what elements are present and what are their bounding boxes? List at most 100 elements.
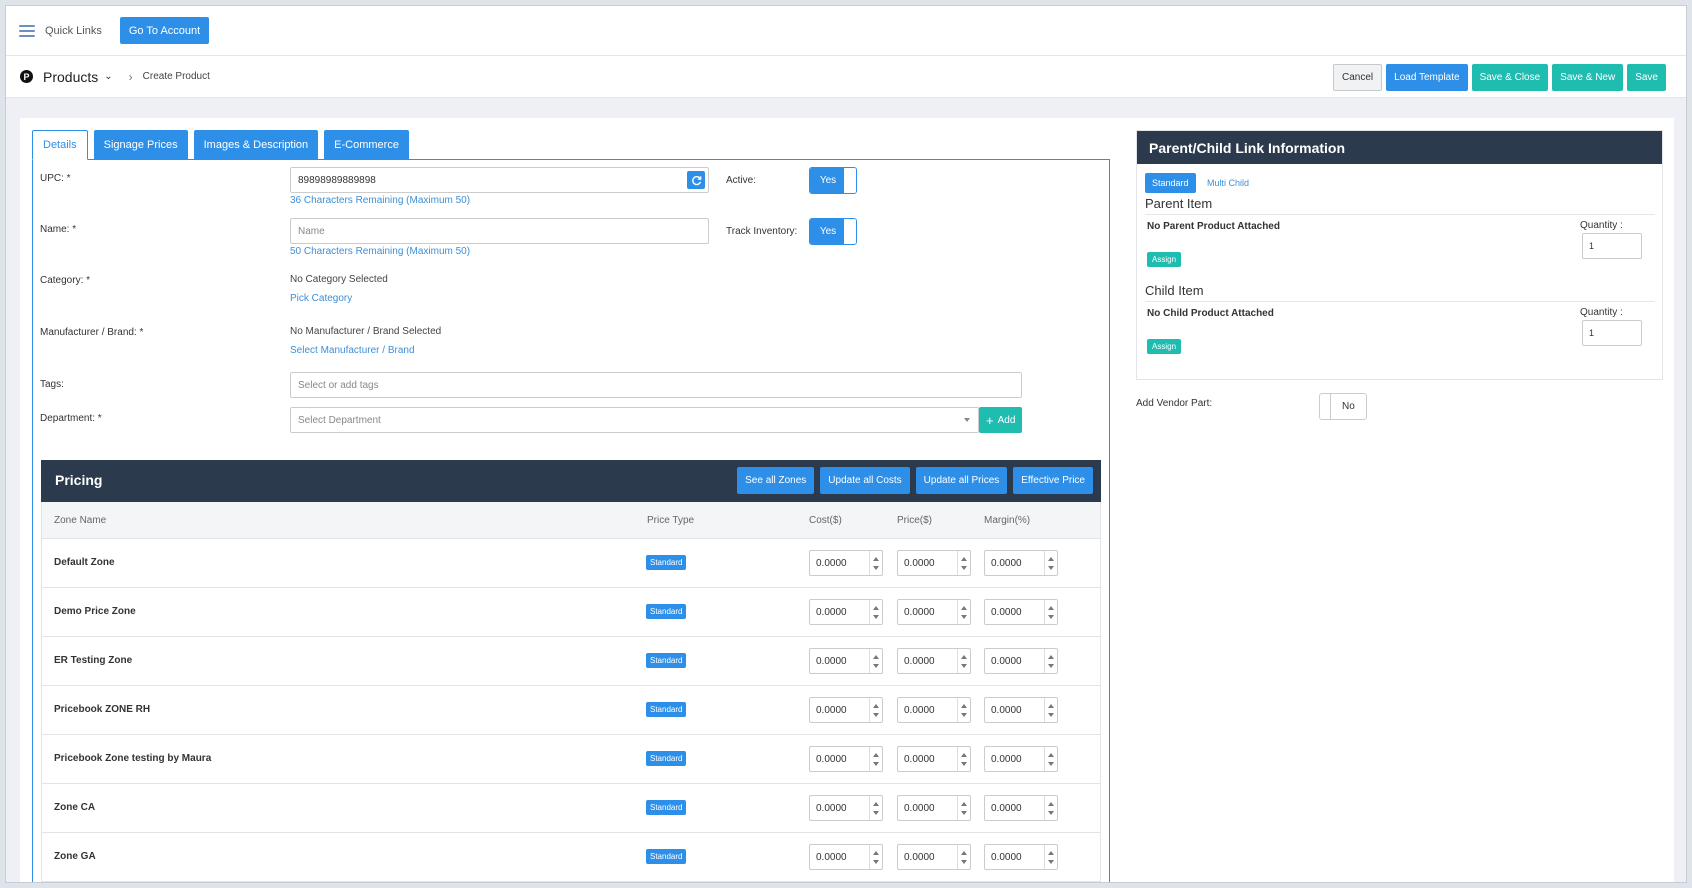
- stepper-icon[interactable]: [1044, 698, 1057, 722]
- stepper-icon[interactable]: [1044, 845, 1057, 869]
- assign-parent-button[interactable]: Assign: [1147, 252, 1182, 267]
- stepper-icon[interactable]: [869, 845, 882, 869]
- update-all-costs-button[interactable]: Update all Costs: [820, 467, 910, 494]
- stepper-icon[interactable]: [869, 649, 882, 673]
- price-input[interactable]: 0.0000: [897, 599, 971, 625]
- stepper-icon[interactable]: [1044, 796, 1057, 820]
- col-price: Price($): [897, 515, 933, 526]
- upc-hint: 36 Characters Remaining (Maximum 50): [290, 195, 471, 206]
- menu-icon[interactable]: [19, 24, 35, 37]
- pricing-header: Pricing See all Zones Update all Costs U…: [41, 460, 1101, 502]
- assign-child-button[interactable]: Assign: [1147, 339, 1182, 354]
- margin-input[interactable]: 0.0000: [984, 746, 1058, 772]
- active-toggle[interactable]: Yes: [809, 167, 857, 194]
- pick-category-link[interactable]: Pick Category: [290, 293, 352, 304]
- stepper-icon[interactable]: [1044, 600, 1057, 624]
- table-row: Demo Price Zone Standard 0.0000 0.0000 0.000…: [42, 588, 1100, 637]
- margin-input[interactable]: 0.0000: [984, 844, 1058, 870]
- add-vendor-part-toggle[interactable]: No: [1319, 393, 1367, 420]
- cancel-button[interactable]: Cancel: [1333, 64, 1383, 91]
- price-input[interactable]: 0.0000: [897, 746, 971, 772]
- track-inventory-toggle[interactable]: Yes: [809, 218, 857, 245]
- price-type-badge[interactable]: Standard: [646, 555, 687, 570]
- stepper-icon[interactable]: [957, 649, 970, 673]
- col-margin: Margin(%): [984, 515, 1031, 526]
- pricing-title: Pricing: [55, 472, 103, 488]
- select-manufacturer-link[interactable]: Select Manufacturer / Brand: [290, 345, 415, 356]
- tab-ecommerce[interactable]: E-Commerce: [324, 130, 409, 160]
- stepper-icon[interactable]: [957, 796, 970, 820]
- price-input[interactable]: 0.0000: [897, 697, 971, 723]
- upc-input[interactable]: 89898989889898: [290, 167, 709, 193]
- price-input[interactable]: 0.0000: [897, 550, 971, 576]
- products-dropdown-label[interactable]: Products: [43, 69, 98, 85]
- refresh-icon[interactable]: [687, 171, 705, 189]
- name-input[interactable]: Name: [290, 218, 709, 244]
- tab-signage-prices[interactable]: Signage Prices: [93, 130, 188, 160]
- cost-input[interactable]: 0.0000: [809, 550, 883, 576]
- tags-input[interactable]: Select or add tags: [290, 372, 1022, 398]
- price-type-badge[interactable]: Standard: [646, 751, 687, 766]
- stepper-icon[interactable]: [957, 551, 970, 575]
- add-department-button[interactable]: + Add: [979, 407, 1023, 433]
- stepper-icon[interactable]: [869, 600, 882, 624]
- margin-input[interactable]: 0.0000: [984, 599, 1058, 625]
- upc-label: UPC: *: [40, 173, 71, 184]
- save-close-button[interactable]: Save & Close: [1471, 64, 1549, 91]
- table-row: Pricebook Zone testing by Maura Standard 0…: [42, 735, 1100, 784]
- stepper-icon[interactable]: [957, 698, 970, 722]
- stepper-icon[interactable]: [1044, 551, 1057, 575]
- quick-links-label[interactable]: Quick Links: [45, 25, 102, 37]
- cost-input[interactable]: 0.0000: [809, 844, 883, 870]
- price-input[interactable]: 0.0000: [897, 648, 971, 674]
- go-to-account-button[interactable]: Go To Account: [119, 17, 210, 44]
- load-template-button[interactable]: Load Template: [1386, 64, 1468, 91]
- stepper-icon[interactable]: [869, 551, 882, 575]
- price-type-badge[interactable]: Standard: [646, 702, 687, 717]
- active-label: Active:: [726, 175, 757, 186]
- stepper-icon[interactable]: [869, 698, 882, 722]
- margin-input[interactable]: 0.0000: [984, 550, 1058, 576]
- update-all-prices-button[interactable]: Update all Prices: [915, 467, 1008, 494]
- table-row: Default Zone Standard 0.0000 0.0000 0.0000: [42, 539, 1100, 588]
- stepper-icon[interactable]: [957, 600, 970, 624]
- standard-toggle-button[interactable]: Standard: [1145, 173, 1196, 193]
- stepper-icon[interactable]: [1044, 747, 1057, 771]
- margin-input[interactable]: 0.0000: [984, 697, 1058, 723]
- save-button[interactable]: Save: [1627, 64, 1666, 91]
- price-type-badge[interactable]: Standard: [646, 849, 687, 864]
- cost-input[interactable]: 0.0000: [809, 599, 883, 625]
- price-type-badge[interactable]: Standard: [646, 604, 687, 619]
- cost-input[interactable]: 0.0000: [809, 697, 883, 723]
- margin-input[interactable]: 0.0000: [984, 648, 1058, 674]
- department-select[interactable]: Select Department: [290, 407, 979, 433]
- chevron-down-icon[interactable]: ⌄: [104, 71, 112, 82]
- see-all-zones-button[interactable]: See all Zones: [737, 467, 815, 494]
- multi-child-toggle-button[interactable]: Multi Child: [1207, 178, 1249, 188]
- zone-name: Zone GA: [54, 851, 96, 862]
- cost-input[interactable]: 0.0000: [809, 648, 883, 674]
- margin-value: 0.0000: [991, 852, 1022, 863]
- parent-quantity-label: Quantity :: [1580, 220, 1623, 231]
- price-input[interactable]: 0.0000: [897, 795, 971, 821]
- products-logo-icon: P: [20, 70, 33, 83]
- price-type-badge[interactable]: Standard: [646, 653, 687, 668]
- stepper-icon[interactable]: [869, 747, 882, 771]
- save-new-button[interactable]: Save & New: [1552, 64, 1624, 91]
- cost-value: 0.0000: [816, 607, 847, 618]
- stepper-icon[interactable]: [869, 796, 882, 820]
- parent-quantity-input[interactable]: 1: [1582, 233, 1642, 259]
- cost-input[interactable]: 0.0000: [809, 795, 883, 821]
- price-value: 0.0000: [904, 558, 935, 569]
- price-type-badge[interactable]: Standard: [646, 800, 687, 815]
- stepper-icon[interactable]: [1044, 649, 1057, 673]
- cost-input[interactable]: 0.0000: [809, 746, 883, 772]
- child-quantity-input[interactable]: 1: [1582, 320, 1642, 346]
- stepper-icon[interactable]: [957, 845, 970, 869]
- effective-price-button[interactable]: Effective Price: [1013, 467, 1093, 494]
- tab-images-description[interactable]: Images & Description: [193, 130, 319, 160]
- margin-input[interactable]: 0.0000: [984, 795, 1058, 821]
- stepper-icon[interactable]: [957, 747, 970, 771]
- price-input[interactable]: 0.0000: [897, 844, 971, 870]
- tab-details[interactable]: Details: [32, 130, 88, 160]
